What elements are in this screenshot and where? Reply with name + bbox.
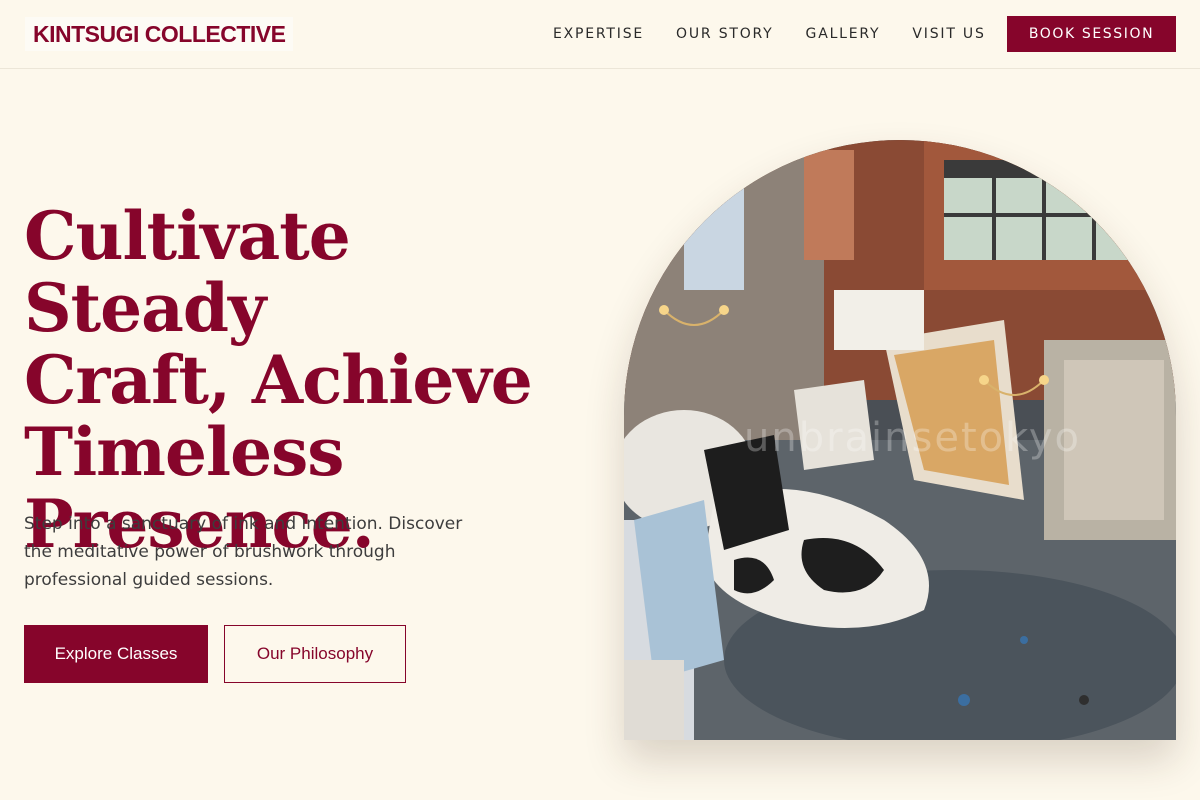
photo-watermark: unbrainsetokyo — [744, 415, 1082, 461]
nav-item-expertise[interactable]: EXPERTISE — [553, 26, 644, 42]
explore-classes-button[interactable]: Explore Classes — [24, 625, 208, 683]
main-nav: EXPERTISE OUR STORY GALLERY VISIT US — [553, 0, 1018, 68]
brand-name: KINTSUGI COLLECTIVE — [33, 20, 286, 47]
nav-item-our-story[interactable]: OUR STORY — [676, 26, 774, 42]
hero-subtext: Step into a sanctuary of ink and intenti… — [24, 514, 463, 590]
nav-item-visit-us[interactable]: VISIT US — [912, 26, 985, 42]
headline-line-3: Timeless — [24, 413, 344, 491]
headline-line-2: Craft, Achieve — [24, 341, 533, 419]
site-header: KINTSUGI COLLECTIVE EXPERTISE OUR STORY … — [0, 0, 1200, 69]
hero-headline: Cultivate Steady Craft, Achieve Timeless… — [24, 200, 604, 560]
studio-photo: unbrainsetokyo — [624, 140, 1176, 740]
nav-item-gallery[interactable]: GALLERY — [806, 26, 881, 42]
brand-logo[interactable]: KINTSUGI COLLECTIVE — [25, 17, 294, 51]
book-session-button[interactable]: BOOK SESSION — [1007, 16, 1176, 52]
headline-line-1: Cultivate Steady — [24, 197, 351, 347]
our-philosophy-button[interactable]: Our Philosophy — [224, 625, 406, 683]
